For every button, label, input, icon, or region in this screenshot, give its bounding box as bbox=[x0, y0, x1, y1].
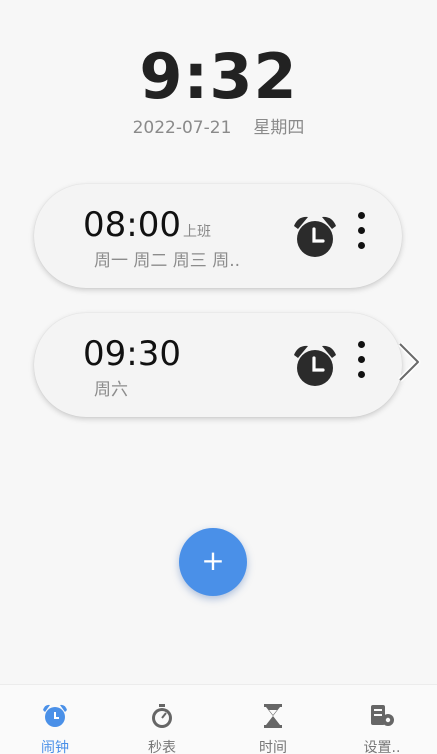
alarm-time: 09:30 bbox=[83, 334, 181, 374]
alarm-clock-icon[interactable] bbox=[290, 212, 340, 262]
current-time: 9:32 bbox=[139, 40, 298, 113]
hourglass-icon bbox=[264, 704, 282, 728]
chevron-right-icon[interactable] bbox=[394, 340, 424, 384]
tab-label: 秒表 bbox=[148, 740, 176, 754]
more-options-icon[interactable] bbox=[356, 341, 366, 387]
tab-label: 闹钟 bbox=[41, 740, 69, 754]
alarm-clock-icon[interactable] bbox=[290, 341, 340, 391]
current-date: 2022-07-21 bbox=[132, 118, 232, 138]
tab-stopwatch[interactable]: 秒表 bbox=[107, 685, 217, 754]
bottom-tab-bar: 闹钟 秒表 时间 设置.. bbox=[0, 684, 437, 754]
alarm-card[interactable]: 08:00 上班 周一 周二 周三 周.. bbox=[34, 184, 402, 288]
tab-settings[interactable]: 设置.. bbox=[327, 685, 437, 754]
more-options-icon[interactable] bbox=[356, 212, 366, 258]
alarm-time: 08:00 bbox=[83, 205, 181, 245]
tab-label: 时间 bbox=[259, 740, 287, 754]
tab-label: 设置.. bbox=[363, 740, 401, 754]
stopwatch-icon bbox=[152, 704, 172, 728]
alarm-repeat-days: 周六 bbox=[94, 380, 128, 400]
current-date-row: 2022-07-21 星期四 bbox=[0, 116, 437, 140]
alarm-time-row: 08:00 上班 bbox=[83, 204, 211, 253]
add-alarm-button[interactable]: + bbox=[179, 528, 247, 596]
alarm-card[interactable]: 09:30 周六 bbox=[34, 313, 402, 417]
alarm-clock-icon bbox=[43, 704, 67, 727]
current-weekday: 星期四 bbox=[253, 118, 305, 138]
alarm-label: 上班 bbox=[182, 224, 211, 240]
tab-alarm[interactable]: 闹钟 bbox=[0, 685, 110, 754]
alarm-repeat-days: 周一 周二 周三 周.. bbox=[94, 251, 241, 271]
tab-timer[interactable]: 时间 bbox=[218, 685, 328, 754]
settings-icon bbox=[371, 705, 394, 726]
